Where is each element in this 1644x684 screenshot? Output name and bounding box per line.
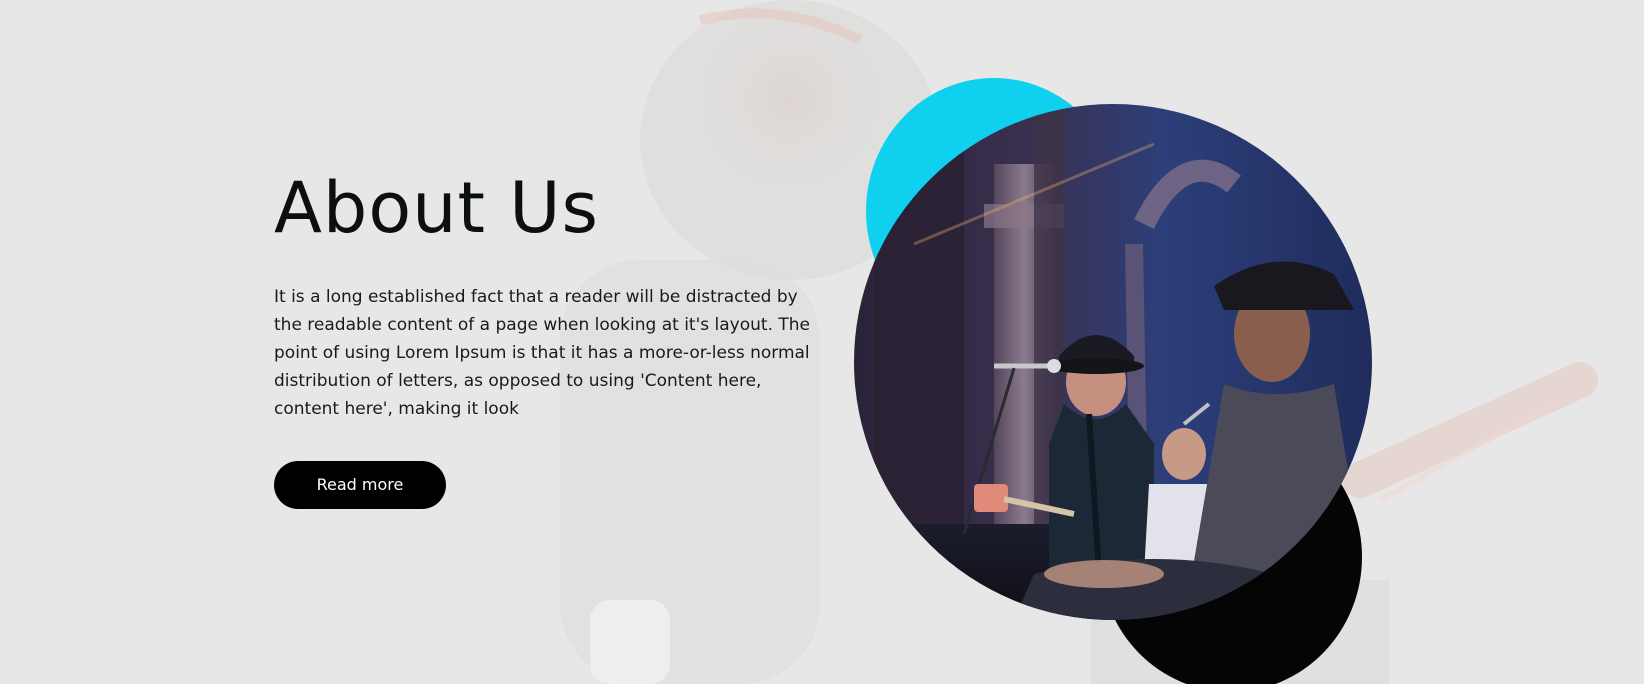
about-section: About Us It is a long established fact t…	[0, 0, 1644, 684]
band-photo-illustration	[854, 104, 1372, 620]
page-title: About Us	[274, 167, 599, 249]
about-content: About Us It is a long established fact t…	[274, 170, 814, 509]
about-description: It is a long established fact that a rea…	[274, 287, 810, 419]
background-photo	[0, 0, 1644, 684]
band-photo	[854, 104, 1372, 620]
about-visual	[850, 70, 1372, 684]
read-more-button[interactable]: Read more	[274, 461, 446, 509]
